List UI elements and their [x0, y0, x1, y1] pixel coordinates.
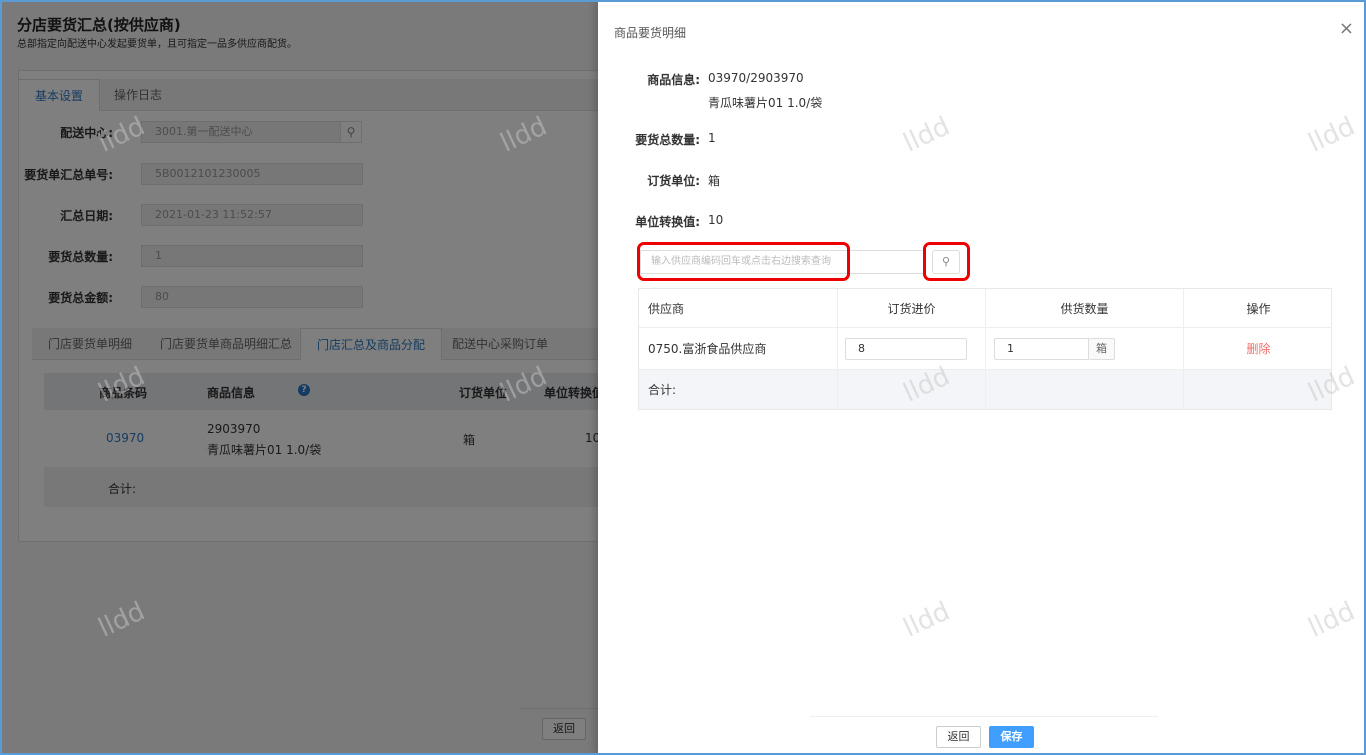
header-price: 订货进价: [838, 289, 986, 327]
total-cell: [986, 370, 1184, 409]
close-icon[interactable]: ×: [1339, 18, 1354, 39]
info-label: 单位转换值:: [635, 215, 700, 229]
table-header: 供应商 订货进价 供货数量 操作: [639, 289, 1331, 328]
info-label: 商品信息:: [647, 73, 700, 87]
qty-input[interactable]: 1: [994, 337, 1089, 360]
header-supplier: 供应商: [639, 289, 838, 327]
watermark: lldd: [898, 596, 955, 644]
delete-link[interactable]: 删除: [1184, 328, 1333, 369]
info-value: 1: [708, 131, 716, 145]
info-value: 箱: [708, 174, 721, 188]
product-detail-drawer: 商品要货明细 × 商品信息: 03970/2903970 青瓜味薯片01 1.0/袋…: [598, 0, 1366, 755]
highlight-search-button: [923, 242, 970, 281]
info-label: 要货总数量:: [635, 133, 700, 147]
price-input[interactable]: 8: [845, 337, 967, 360]
info-label: 订货单位:: [647, 174, 700, 188]
supplier-name: 0750.富浙食品供应商: [639, 328, 838, 369]
qty-unit: 箱: [1089, 337, 1115, 360]
table-row: 0750.富浙食品供应商 8 1箱 删除: [639, 328, 1331, 370]
footer-divider: [810, 716, 1158, 717]
watermark: lldd: [898, 111, 955, 159]
supplier-table: 供应商 订货进价 供货数量 操作 0750.富浙食品供应商 8 1箱 删除 合计…: [638, 288, 1332, 410]
watermark: lldd: [1303, 596, 1360, 644]
total-label: 合计:: [639, 370, 838, 409]
header-qty: 供货数量: [986, 289, 1184, 327]
highlight-search-input: [637, 242, 850, 281]
info-value: 03970/2903970: [708, 71, 804, 85]
info-value-name: 青瓜味薯片01 1.0/袋: [708, 96, 823, 110]
total-row: 合计:: [639, 370, 1331, 409]
drawer-title: 商品要货明细: [614, 26, 687, 40]
header-action: 操作: [1246, 301, 1271, 316]
watermark: lldd: [1303, 111, 1360, 159]
info-value: 10: [708, 213, 724, 227]
save-button[interactable]: 保存: [989, 726, 1034, 748]
back-button[interactable]: 返回: [936, 726, 981, 748]
